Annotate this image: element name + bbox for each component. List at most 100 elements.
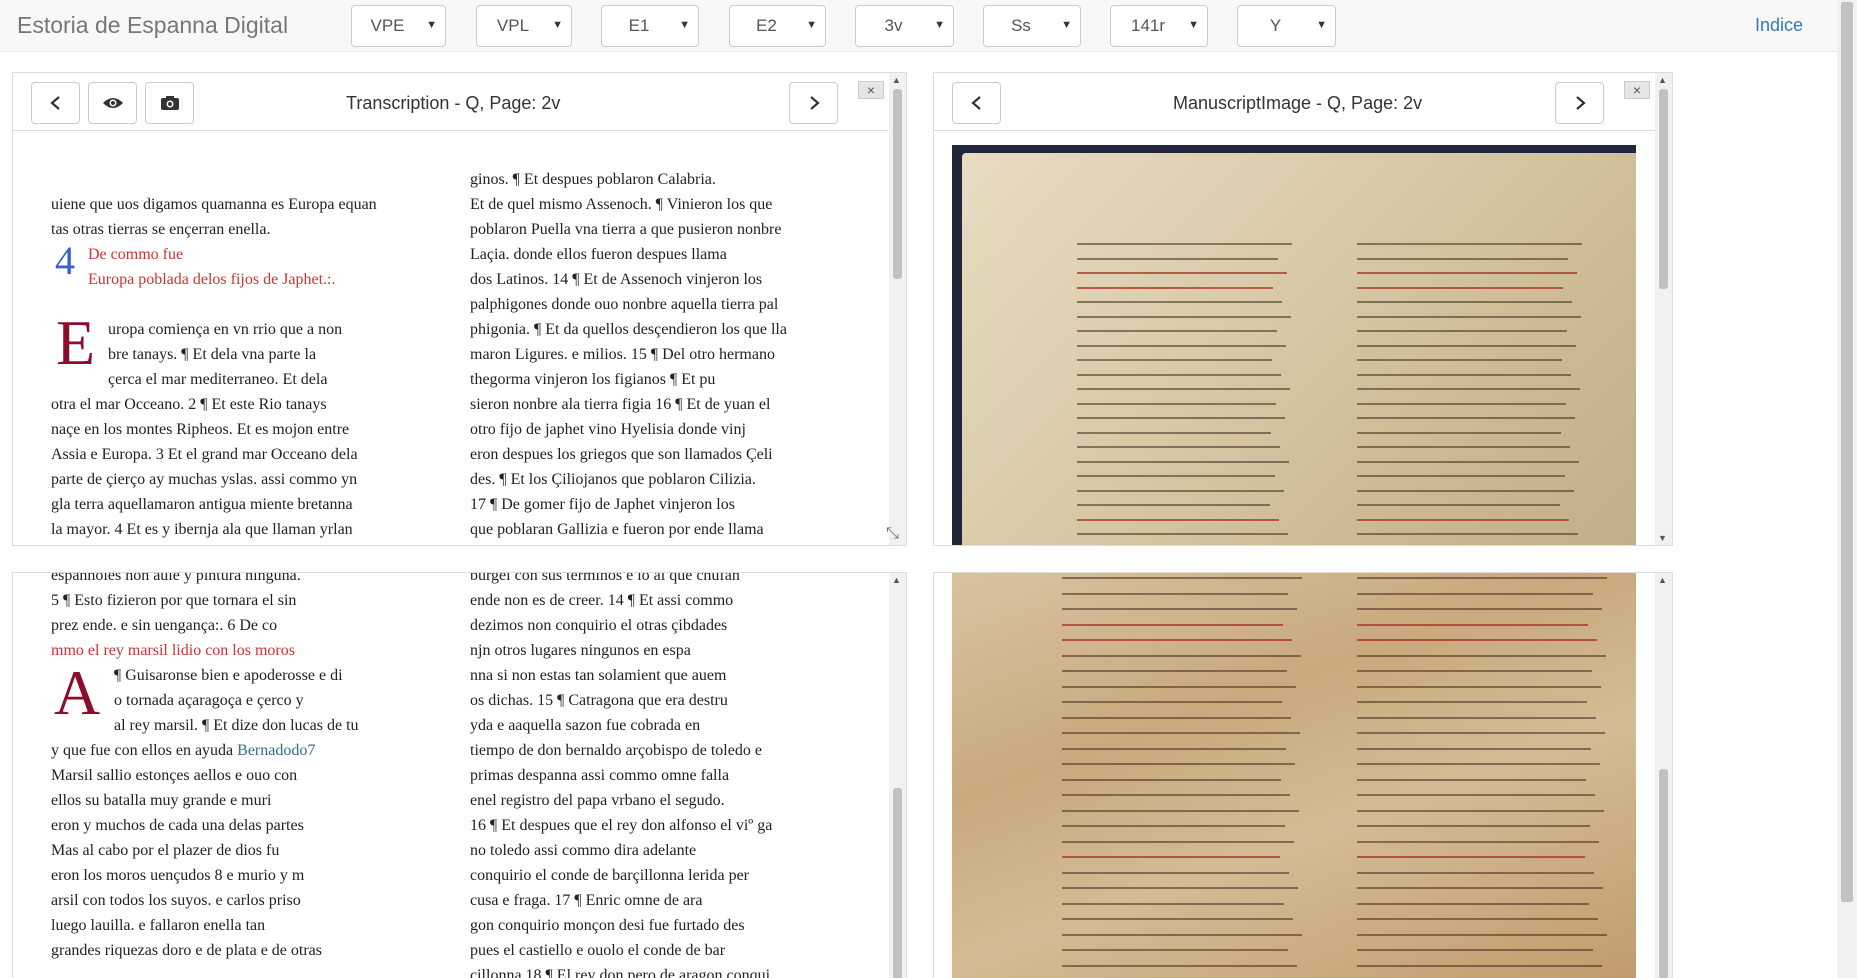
witness-select-3[interactable]: E1 ▼ [601,5,699,47]
transcription-column-1: espannoles non auie y pintura ninguna. 5… [51,573,451,978]
text-line: Mas al cabo por el plazer de dios fu [51,842,280,859]
handwriting-line [1062,964,1297,967]
handwriting-line [1062,763,1295,765]
page-scrollbar[interactable] [1837,0,1857,978]
handwriting-line [1357,747,1591,750]
scrollbar-thumb[interactable] [893,788,902,978]
index-link[interactable]: Indice [1755,15,1803,36]
text-line: ginos. ¶ Et despues poblaron Calabria. [470,171,716,188]
witness-select-1[interactable]: VPE ▼ [351,5,446,47]
manuscript-scrollbar[interactable]: ▲ ▼ [1655,73,1672,545]
handwriting-line [1357,918,1598,920]
handwriting-line [1357,489,1574,492]
scrollbar-thumb[interactable] [893,89,902,279]
manuscript-title: ManuscriptImage - Q, Page: 2v [1173,93,1423,113]
handwriting-line [1062,716,1291,719]
handwriting-line [1357,315,1581,318]
scroll-down-icon[interactable]: ▼ [1658,533,1667,543]
text-line: bre tanays. ¶ Et dela vna parte la [108,346,317,363]
handwriting-line [1062,747,1286,750]
handwriting-line [1077,446,1280,448]
handwriting-line [1357,825,1590,827]
handwriting-line [1062,701,1282,703]
text-line: parte de çierço ay muchas yslas. assi co… [51,471,358,488]
text-line: palphigones donde ouo nonbre aquella tie… [470,296,779,313]
handwriting-line [1077,417,1285,419]
caret-down-icon: ▼ [934,19,945,31]
page-select-4[interactable]: Y ▼ [1237,5,1336,47]
scrollbar-thumb[interactable] [1659,769,1668,978]
handwriting-line [1077,533,1288,535]
handwriting-line [1357,887,1603,889]
handwriting-line [1357,670,1592,672]
text-line: otra el mar Occeano. 2 ¶ Et este Rio tan… [51,396,327,413]
text-line: al rey marsil. ¶ Et dize don lucas de tu [114,717,359,734]
prev-image-button[interactable] [952,82,1001,124]
scroll-up-icon[interactable]: ▲ [1658,75,1667,85]
handwriting-line [1077,315,1291,318]
handwriting-line [1357,639,1597,641]
page-scrollbar-thumb[interactable] [1841,2,1853,902]
page-select-1[interactable]: 3v ▼ [855,5,954,47]
page-select-3[interactable]: 141r ▼ [1110,5,1208,47]
page-select-2[interactable]: Ss ▼ [983,5,1081,47]
drop-capital: E [56,307,96,378]
text-line: os dichas. 15 ¶ Catragona que era destru [470,692,728,709]
handwriting-line [1357,716,1596,719]
handwriting-line [1077,504,1270,506]
manuscript-scrollbar[interactable]: ▲ [1655,573,1672,978]
resize-handle-icon[interactable]: ⤡ [886,525,899,543]
handwriting-line [1077,344,1286,347]
text-line: grandes riquezas doro e de plata e de ot… [51,942,322,959]
text-line: la mayor. 4 Et es y ibernja ala que llam… [51,521,353,538]
caret-down-icon: ▼ [1316,19,1327,31]
witness-select-2[interactable]: VPL ▼ [476,5,572,47]
text-line: Marsil sallio estonçes aellos e ouo con [51,767,298,784]
handwriting-line [1062,871,1289,874]
caret-down-icon: ▼ [679,19,690,31]
scroll-up-icon[interactable]: ▲ [892,575,901,585]
text-line: conquirio el conde de barçillonna lerida… [470,867,749,884]
text-line: njn otros lugares ningunos en espa [470,642,691,659]
close-panel-button[interactable]: × [1624,81,1650,99]
handwriting-line [1357,431,1561,434]
text-line: luego lauilla. e fallaron enella tan [51,917,266,934]
text-line: otro fijo de japhet vino Hyelisia donde … [470,421,746,438]
handwriting-line [1357,577,1607,579]
scroll-up-icon[interactable]: ▲ [892,75,901,85]
caret-down-icon: ▼ [1061,19,1072,31]
handwriting-line [1077,257,1278,260]
app-title[interactable]: Estoria de Espanna Digital [17,12,288,39]
manuscript-panel-top: ManuscriptImage - Q, Page: 2v × ▲ ▼ [933,72,1673,546]
handwriting-line [1357,623,1588,626]
manuscript-image[interactable] [952,145,1636,545]
text-line: eron los moros uençudos 8 e murio y m [51,867,305,884]
scroll-up-icon[interactable]: ▲ [1658,575,1667,585]
text-line: espannoles non auie y pintura ninguna. [51,572,301,584]
text-line: ¶ Guisaronse bien e apoderosse e di [114,667,343,684]
scrollbar-thumb[interactable] [1659,89,1668,289]
transcription-column-1: uiene que uos digamos quamanna es Europa… [51,73,451,545]
witness-select-4[interactable]: E2 ▼ [729,5,826,47]
handwriting-line [1077,431,1271,434]
transcription-scrollbar[interactable]: ▲ [889,73,906,545]
text-line: yda e aaquella sazon fue cobrada en [470,717,701,734]
handwriting-line [1077,243,1292,245]
transcription-panel-bottom: ▲ espannoles non auie y pintura ninguna.… [12,572,907,978]
handwriting-line [1357,373,1571,376]
manuscript-image[interactable] [952,573,1636,978]
text-line: o tornada açaragoça e çerco y [114,692,304,709]
handwriting-line [1077,460,1289,463]
transcription-scrollbar[interactable]: ▲ [889,573,906,978]
drop-capital: A [54,657,101,728]
text-line: dezimos non conquirio el otras çibdades [470,617,728,634]
handwriting-line [1357,840,1599,843]
text-line: 5 ¶ Esto fizieron por que tornara el sin [51,592,297,609]
handwriting-line [1062,809,1299,812]
handwriting-line [1357,402,1566,405]
handwriting-line [1357,330,1567,332]
text-line: cillonna 18 ¶ El rey don pero de aragon … [470,967,771,978]
text-line: phigonia. ¶ Et da quellos desçendieron l… [470,321,787,338]
next-image-button[interactable] [1555,82,1604,124]
text-line: Et de quel mismo Assenoch. ¶ Vinieron lo… [470,196,773,213]
